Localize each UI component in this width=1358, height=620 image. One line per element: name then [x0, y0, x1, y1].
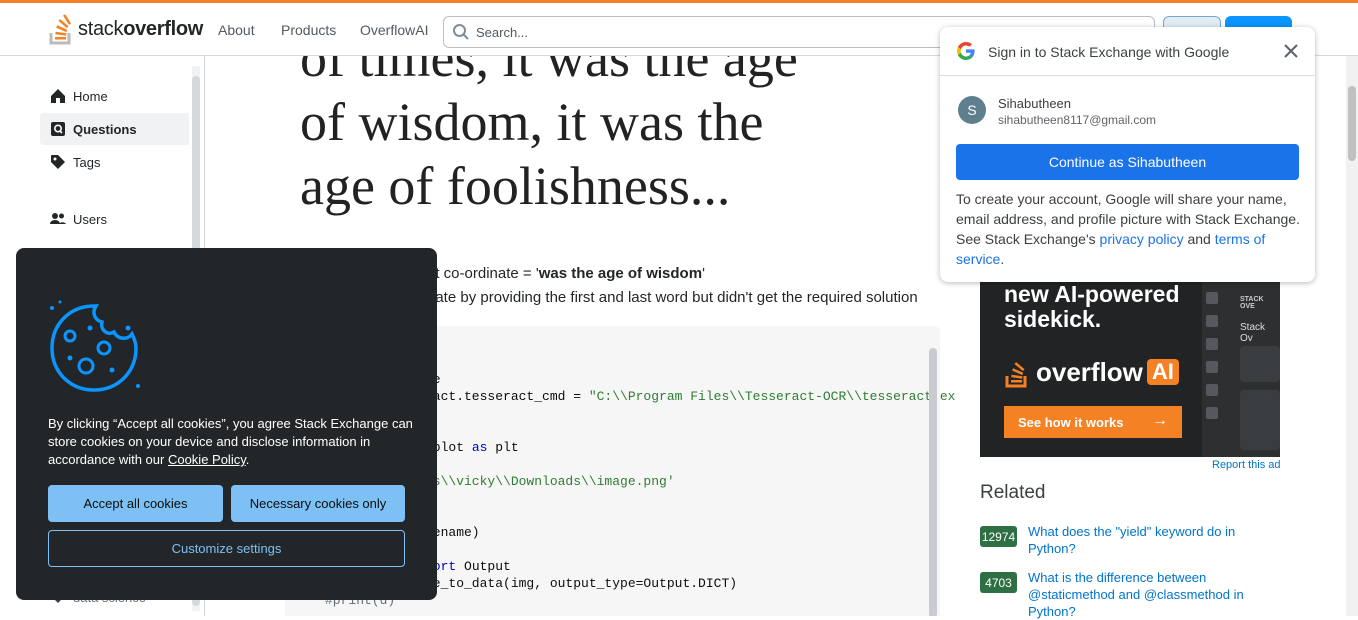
ad-preview-sidebar	[1206, 292, 1224, 430]
popup-title: Sign in to Stack Exchange with Google	[988, 44, 1230, 60]
description-text: and	[1183, 231, 1215, 247]
search-icon	[453, 24, 469, 40]
logo-text-bold: overflow	[123, 17, 204, 40]
google-logo-icon	[957, 42, 975, 60]
image-text-line: of wisdom, it was the	[300, 92, 764, 152]
accept-all-cookies-button[interactable]: Accept all cookies	[48, 485, 223, 522]
related-question-link[interactable]: What is the difference between @staticme…	[1028, 569, 1258, 620]
cookie-icon	[50, 300, 140, 392]
question-paragraph: nate by providing the first and last wor…	[427, 289, 918, 306]
ad-preview-card	[1240, 346, 1280, 382]
target-phrase: was the age of wisdom	[538, 265, 703, 282]
related-heading: Related	[980, 482, 1046, 503]
ad-preview-sub: Stack Ov	[1240, 322, 1266, 344]
code-line: rs\\vicky\\Downloads\\image.png'	[425, 474, 675, 489]
account-email: sihabutheen8117@gmail.com	[998, 113, 1157, 127]
page-scrollbar-thumb[interactable]	[1348, 86, 1356, 161]
ad-brand-text: overflow	[1036, 356, 1143, 387]
code-token: Output	[456, 559, 511, 574]
logo-text-light: stack	[78, 17, 124, 40]
code-token: ract.tesseract_cmd =	[425, 389, 589, 404]
code-scrollbar[interactable]	[929, 348, 937, 616]
sidebar-item-questions[interactable]: Questions	[40, 113, 189, 145]
sidebar-item-home[interactable]: Home	[40, 80, 189, 112]
ad-preview-title: STACK OVE	[1240, 296, 1264, 310]
nav-overflowai[interactable]: OverflowAI	[360, 22, 428, 38]
ad-title: new AI-powered sidekick.	[1004, 282, 1180, 332]
sidebar-item-label: Questions	[73, 121, 137, 137]
ad-title-line: new AI-powered	[1004, 281, 1180, 307]
ad-title-line: sidekick.	[1004, 306, 1102, 332]
stack-logo-icon	[1005, 362, 1027, 388]
code-line: ract.tesseract_cmd = "C:\\Program Files\…	[425, 389, 955, 404]
necessary-cookies-button[interactable]: Necessary cookies only	[231, 485, 405, 522]
popup-description: To create your account, Google will shar…	[956, 189, 1301, 269]
sidebar-item-tags[interactable]: Tags	[40, 146, 189, 178]
cookie-message-text: .	[245, 452, 250, 467]
home-icon	[51, 89, 65, 103]
questions-icon	[51, 122, 65, 136]
report-ad-link[interactable]: Report this ad	[1212, 459, 1280, 471]
nav-about[interactable]: About	[218, 22, 255, 38]
sidebar-item-users[interactable]: Users	[40, 203, 189, 235]
question-image: of times, it was the age of wisdom, it w…	[300, 56, 798, 218]
continue-button[interactable]: Continue as Sihabutheen	[956, 144, 1299, 180]
ad-brand: overflow AI	[1004, 356, 1179, 388]
popup-header: Sign in to Stack Exchange with Google	[940, 27, 1315, 76]
code-line: ge_to_data(img, output_type=Output.DICT)	[425, 576, 738, 591]
users-icon	[50, 213, 66, 224]
related-question-link[interactable]: What does the "yield" keyword do in Pyth…	[1028, 523, 1258, 557]
related-score-badge: 4703	[980, 572, 1017, 593]
sidebar-item-label: Users	[73, 211, 107, 227]
cookie-policy-link[interactable]: Cookie Policy	[168, 452, 246, 467]
overflowai-ad[interactable]: new AI-powered sidekick. overflow AI See…	[980, 280, 1280, 457]
ad-cta-button[interactable]: See how it works →	[1004, 406, 1182, 438]
ad-cta-label: See how it works	[1018, 414, 1124, 430]
google-signin-popup: Sign in to Stack Exchange with Google S …	[940, 27, 1315, 282]
privacy-policy-link[interactable]: privacy policy	[1100, 231, 1184, 247]
arrow-right-icon: →	[1152, 412, 1168, 429]
target-suffix: '	[702, 265, 705, 282]
nav-products[interactable]: Products	[281, 22, 336, 38]
sidebar-item-label: Tags	[73, 154, 101, 170]
description-text: .	[1000, 251, 1005, 267]
image-text-line: age of foolishness...	[300, 156, 731, 216]
cookie-message: By clicking “Accept all cookies”, you ag…	[48, 415, 418, 469]
code-token: plt	[487, 440, 519, 455]
stackoverflow-logo[interactable]: stackoverflow	[48, 13, 203, 45]
ad-preview-card	[1240, 390, 1280, 450]
related-score-badge: 12974	[980, 526, 1017, 547]
close-icon[interactable]	[1281, 41, 1301, 61]
customize-settings-button[interactable]: Customize settings	[48, 530, 405, 567]
avatar: S	[958, 96, 986, 124]
sidebar-item-label: Home	[73, 88, 108, 104]
image-text-line: of times, it was the age	[300, 56, 798, 88]
code-line: yplot as plt	[425, 440, 519, 455]
account-name: Sihabutheen	[998, 96, 1072, 111]
code-keyword: as	[471, 440, 488, 455]
code-line: port Output	[425, 559, 511, 574]
target-prefix: et co-ordinate = '	[427, 265, 539, 282]
code-string: "C:\\Program Files\\Tesseract-OCR\\tesse…	[588, 389, 955, 404]
ad-brand-ai: AI	[1146, 359, 1179, 385]
cookie-consent-dialog: By clicking “Accept all cookies”, you ag…	[16, 248, 437, 600]
page-scrollbar[interactable]	[1346, 56, 1358, 616]
stack-logo-icon	[49, 14, 72, 45]
search-placeholder: Search...	[476, 25, 529, 40]
target-coordinate-text: et co-ordinate = 'was the age of wisdom'	[427, 265, 705, 282]
tag-icon	[51, 155, 65, 169]
